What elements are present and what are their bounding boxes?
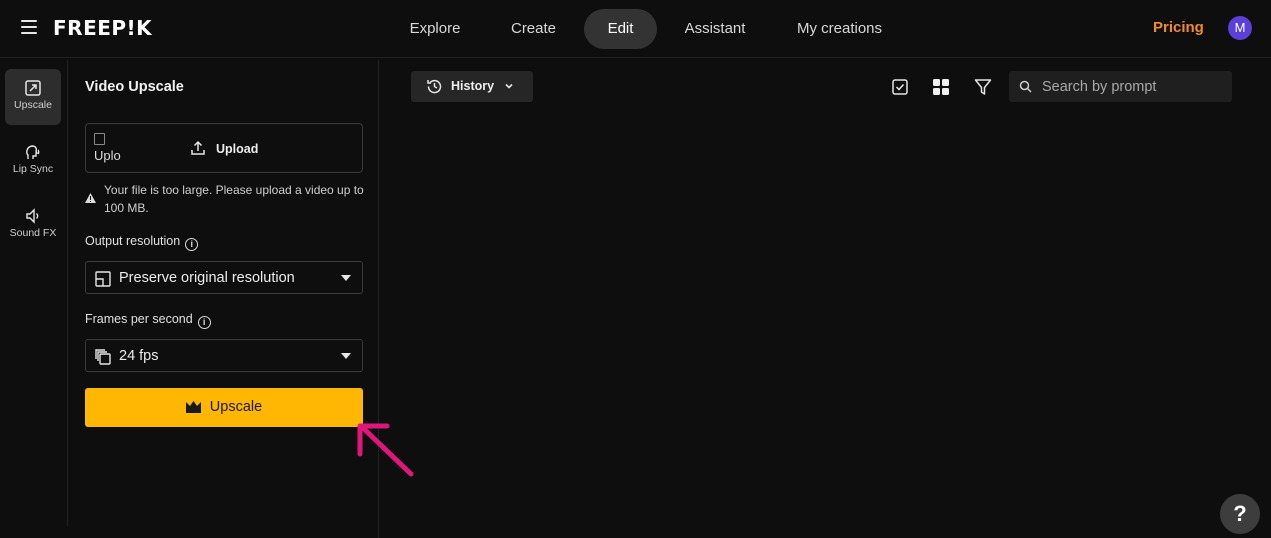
rail-item-label: Sound FX: [9, 227, 57, 239]
fps-label: Frames per second i: [85, 312, 211, 329]
fps-label-text: Frames per second: [85, 312, 193, 326]
fps-value: 24 fps: [119, 348, 159, 364]
history-label: History: [451, 79, 495, 93]
rail-item-upscale[interactable]: Upscale: [5, 69, 61, 125]
output-resolution-label-text: Output resolution: [85, 234, 181, 248]
fps-select[interactable]: 24 fps: [85, 339, 363, 372]
upload-icon: [191, 140, 205, 155]
nav-explore[interactable]: Explore: [396, 9, 474, 49]
filter-icon[interactable]: [974, 78, 992, 96]
upscale-button-label: Upscale: [209, 399, 263, 415]
upload-label: Upload: [216, 142, 259, 156]
chevron-down-icon: [505, 83, 513, 89]
info-icon[interactable]: i: [197, 316, 211, 329]
output-resolution-label: Output resolution i: [85, 234, 199, 251]
crown-icon: [185, 401, 201, 413]
top-bar: FREEP!K Explore Create Edit Assistant My…: [0, 0, 1271, 58]
chevron-down-icon: [341, 275, 351, 281]
settings-panel: Video Upscale Uplo Upload Your file is t…: [69, 60, 379, 538]
output-resolution-select[interactable]: Preserve original resolution: [85, 261, 363, 294]
search-icon: [1019, 80, 1032, 93]
warning-icon: [85, 193, 96, 203]
history-dropdown[interactable]: History: [411, 71, 533, 102]
warning-text: Your file is too large. Please upload a …: [104, 183, 364, 215]
thumbnail-alt-text: Uplo: [94, 148, 121, 163]
search-input[interactable]: [1040, 71, 1225, 102]
broken-image-icon: [94, 133, 105, 145]
rail-item-label: Lip Sync: [12, 163, 54, 175]
upload-box[interactable]: Uplo Upload: [85, 123, 363, 173]
freepik-logo[interactable]: FREEP!K: [53, 17, 152, 39]
chevron-down-icon: [341, 353, 351, 359]
frames-icon: [95, 349, 111, 365]
history-icon: [427, 79, 442, 94]
upscale-icon: [25, 80, 41, 96]
nav-create[interactable]: Create: [497, 9, 570, 49]
pricing-link[interactable]: Pricing: [1153, 19, 1204, 36]
lip-sync-icon: [26, 145, 40, 159]
nav-my-creations[interactable]: My creations: [782, 9, 897, 49]
help-button[interactable]: ?: [1220, 494, 1260, 534]
speaker-icon: [26, 208, 39, 224]
video-thumbnail: Uplo: [94, 133, 134, 165]
avatar[interactable]: M: [1228, 16, 1252, 40]
menu-icon[interactable]: [21, 20, 37, 34]
upscale-button[interactable]: Upscale: [85, 388, 363, 427]
info-icon[interactable]: i: [185, 238, 199, 251]
upload-button[interactable]: Upload: [190, 138, 258, 160]
select-checkbox-icon[interactable]: [891, 78, 909, 96]
panel-title: Video Upscale: [85, 79, 184, 95]
rail-item-label: Upscale: [14, 99, 52, 111]
nav-edit[interactable]: Edit: [584, 9, 657, 49]
rail-item-lip-sync[interactable]: Lip Sync: [5, 133, 61, 189]
nav-assistant[interactable]: Assistant: [672, 9, 758, 49]
output-resolution-value: Preserve original resolution: [119, 270, 295, 286]
rail-item-sound-fx[interactable]: Sound FX: [5, 197, 61, 253]
annotation-arrow: [357, 423, 414, 477]
tool-rail: Upscale Lip Sync Sound FX: [0, 60, 68, 526]
search-bar[interactable]: [1009, 71, 1232, 102]
resolution-icon: [95, 271, 111, 287]
grid-view-icon[interactable]: [932, 78, 950, 96]
